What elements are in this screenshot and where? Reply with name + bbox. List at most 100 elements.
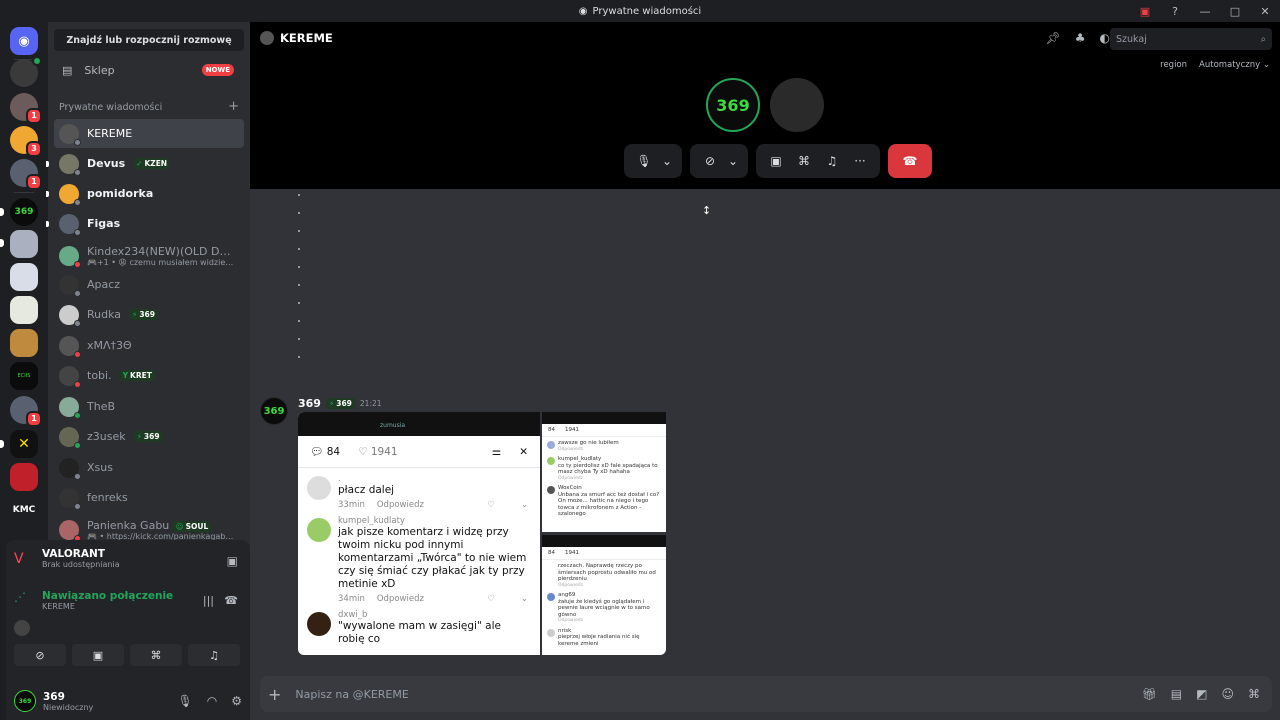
message-header: 369 ⚡ 369 21:21 — [298, 397, 382, 410]
help-icon[interactable]: ? — [1160, 5, 1190, 18]
dm-item[interactable]: tobi. Y KRET — [54, 361, 244, 390]
unread-pill — [0, 208, 4, 216]
noise-suppression-icon[interactable]: ||| — [203, 594, 214, 607]
headphones-icon[interactable]: ◠ — [207, 694, 217, 708]
region-selector[interactable]: region Automatyczny ⌄ — [1160, 60, 1270, 70]
soundboard-button[interactable]: ♫ — [188, 644, 240, 666]
dm-item[interactable]: Apacz — [54, 270, 244, 299]
clan-tag-text: KRET — [130, 371, 152, 380]
shop-link[interactable]: ▤ Sklep NOWE — [54, 58, 244, 82]
server-7[interactable]: 1 — [10, 396, 42, 427]
inbox-icon[interactable]: ▣ — [1130, 5, 1160, 18]
server-9[interactable] — [10, 463, 38, 491]
server-6[interactable]: ECIIS — [10, 362, 38, 390]
avatar — [59, 335, 81, 358]
server-kmc[interactable]: KMC — [10, 496, 38, 524]
disconnect-icon[interactable]: ☎ — [224, 594, 238, 607]
dm-item[interactable]: xMΛ†3Θ — [54, 331, 244, 360]
maximize-button[interactable]: □ — [1220, 5, 1250, 18]
server-4[interactable] — [10, 296, 38, 324]
dm-avatar-2[interactable]: 1 — [10, 93, 42, 124]
minimize-button[interactable]: — — [1190, 5, 1220, 18]
microphone-icon[interactable]: 🎙︎ — [632, 154, 656, 168]
server-2[interactable] — [10, 230, 38, 258]
gift-icon[interactable]: 🎁︎ — [1142, 687, 1157, 701]
search-input[interactable]: Szukaj ⌕ — [1110, 28, 1272, 50]
avatar — [59, 183, 81, 206]
connection-title[interactable]: Nawiązano połączenie — [42, 590, 173, 602]
home-button[interactable]: ◉ — [10, 27, 38, 55]
close-button[interactable]: ✕ — [1250, 5, 1280, 18]
dislike-icon: ⌄ — [520, 500, 528, 510]
activity-button[interactable]: ⌘ — [130, 644, 182, 666]
chevron-down-icon[interactable]: ⌄ — [660, 154, 674, 168]
settings-gear-icon[interactable]: ⚙ — [231, 694, 242, 708]
comment-user: kumpel_kudlaty — [338, 516, 405, 526]
emoji-icon[interactable]: ☺ — [1221, 687, 1234, 701]
comment: kumpel_kudlaty co ty pierdolisz xD fale s… — [542, 453, 666, 482]
gif-icon[interactable]: ▤ — [1171, 687, 1182, 701]
dm-item[interactable]: Rudka ⚡ 369 — [54, 300, 244, 329]
dm-item[interactable]: z3usek ⚡ 369 — [54, 422, 244, 451]
add-attachment-icon[interactable]: + — [268, 685, 281, 704]
dm-section-header: Prywatne wiadomości + — [59, 100, 239, 113]
dm-avatar-4[interactable]: 1 — [10, 159, 42, 190]
message-avatar[interactable]: 369 — [260, 397, 288, 425]
server-8[interactable]: ✕ — [10, 430, 38, 458]
more-options-icon[interactable]: ··· — [848, 154, 872, 168]
stream-game-icon[interactable]: ▣ — [227, 554, 238, 568]
voice-connection: ⋰ Nawiązano połączenie KEREME — [14, 590, 173, 611]
search-icon: ⌕ — [1260, 33, 1266, 45]
unread-badge: 1 — [26, 108, 42, 124]
avatar — [59, 153, 81, 176]
add-dm-icon[interactable]: + — [228, 100, 239, 113]
image-attachment-3[interactable]: 84 1941 rzeczach. Naprawdę rzeczy po śmie… — [542, 535, 666, 655]
server-369[interactable]: 369 — [10, 198, 38, 226]
dm-name: xMΛ†3Θ — [87, 339, 132, 352]
server-5[interactable] — [10, 329, 38, 357]
dot — [298, 248, 300, 250]
add-friends-icon[interactable]: ♣ — [1075, 31, 1086, 45]
dm-item[interactable]: fenreks — [54, 483, 244, 512]
message-composer[interactable]: + Napisz na @KEREME 🎁︎ ▤ ◩ ☺ ⌘ — [260, 676, 1272, 712]
soundboard-icon[interactable]: ♫ — [820, 154, 844, 168]
sticker-icon[interactable]: ◩ — [1196, 687, 1207, 701]
dm-item[interactable]: Kindex234(NEW)(OLD DELET...🎮+1 • 😩 czemu… — [54, 240, 244, 272]
camera-button[interactable]: ⊘ — [14, 644, 66, 666]
dm-item[interactable]: Figas — [46, 209, 244, 238]
dm-name: Figas — [87, 217, 121, 230]
server-3[interactable] — [10, 263, 38, 291]
dm-item[interactable]: pomidorka — [46, 179, 244, 208]
call-participant-kereme[interactable] — [770, 78, 824, 132]
status-icon — [74, 380, 81, 388]
chevron-down-icon[interactable]: ⌄ — [726, 154, 740, 168]
pin-icon[interactable]: 📌︎ — [1046, 31, 1061, 45]
comment-reply: Odpowiedz — [376, 500, 424, 510]
apps-icon[interactable]: ⌘ — [1248, 687, 1260, 701]
composer-placeholder: Napisz na @KEREME — [295, 687, 409, 701]
message-author[interactable]: 369 — [298, 397, 321, 410]
screen-share-icon[interactable]: ▣ — [764, 154, 788, 168]
dm-item[interactable]: TheB — [54, 392, 244, 421]
screen-share-button[interactable]: ▣ — [72, 644, 124, 666]
call-participant-369[interactable]: 369 — [706, 78, 760, 132]
user-profile-icon[interactable]: ◐ — [1100, 31, 1110, 45]
user-avatar[interactable]: 369 — [14, 690, 36, 712]
dm-item[interactable]: Devus ✓ KZEN — [46, 149, 244, 178]
dm-avatar-1[interactable] — [10, 56, 42, 87]
camera-off-icon[interactable]: ⊘ — [698, 154, 722, 168]
microphone-icon[interactable]: 🎙︎ — [178, 694, 193, 708]
dm-avatar-3[interactable]: 3 — [10, 126, 42, 157]
find-conversation-button[interactable]: Znajdź lub rozpocznij rozmowę — [54, 29, 244, 51]
dm-item[interactable]: Xsus — [54, 453, 244, 482]
likes-count: 1941 — [565, 550, 579, 556]
gamepad-icon[interactable]: ⌘ — [792, 154, 816, 168]
hang-up-button[interactable]: ☎ — [888, 144, 932, 178]
dm-name: KEREME — [87, 127, 133, 140]
heart-icon: ♡ — [487, 594, 495, 604]
dm-item[interactable]: KEREME — [54, 119, 244, 148]
status-icon — [74, 138, 81, 146]
image-attachment-2[interactable]: 84 1941 zawsze go nie lubiłem Odpowiedz ku… — [542, 412, 666, 532]
game-status: Brak udostępniania — [42, 560, 120, 569]
image-attachment-1[interactable]: zumusia 💬︎ 84 ♡ 1941 ⚌ ✕ . płacz dalej 3… — [298, 412, 540, 655]
